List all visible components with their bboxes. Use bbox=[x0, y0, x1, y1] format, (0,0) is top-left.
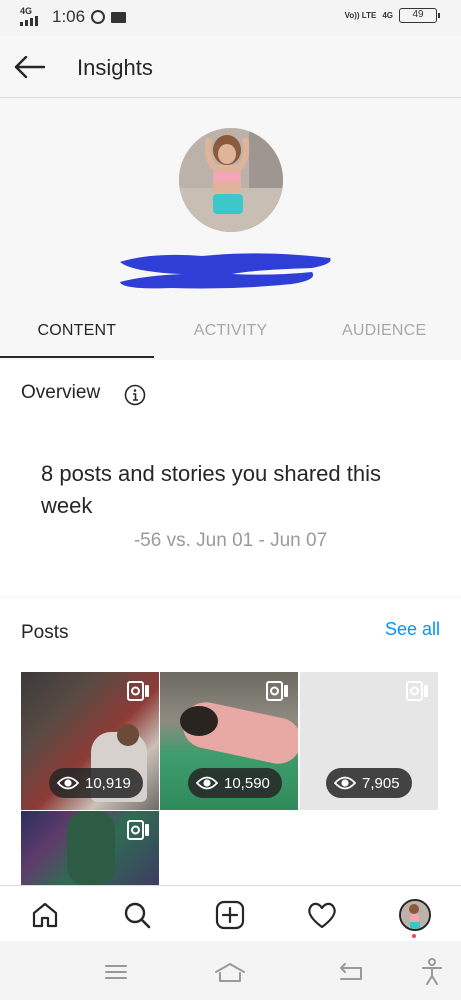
nav-activity[interactable] bbox=[304, 898, 340, 932]
reel-icon bbox=[266, 681, 288, 701]
signal-icon: 4G bbox=[20, 6, 46, 28]
profile-photo bbox=[179, 128, 283, 232]
mail-icon bbox=[111, 11, 127, 23]
system-back-button[interactable] bbox=[333, 955, 369, 989]
view-count-badge: 10,590 bbox=[188, 768, 282, 798]
eye-icon bbox=[57, 776, 79, 790]
whatsapp-icon bbox=[91, 10, 106, 24]
nav-search[interactable] bbox=[119, 898, 155, 932]
overview-section: Overview 8 posts and stories you shared … bbox=[0, 360, 461, 596]
search-icon bbox=[124, 902, 151, 929]
nav-profile[interactable] bbox=[397, 898, 433, 932]
status-bar: 4G 1:06 Vo)) LTE 4G 49 bbox=[0, 0, 461, 36]
see-all-link[interactable]: See all bbox=[385, 619, 440, 640]
volte-indicator: Vo)) LTE bbox=[344, 11, 377, 20]
profile-photo bbox=[401, 901, 429, 929]
heart-icon bbox=[308, 902, 336, 929]
page-title: Insights bbox=[77, 55, 153, 80]
redacted-username bbox=[120, 253, 331, 289]
posts-section: Posts See all 10,919 10,590 7,905 bbox=[0, 598, 461, 885]
post-image-figure bbox=[117, 724, 139, 746]
overview-summary: 8 posts and stories you shared this week bbox=[41, 461, 381, 518]
back-button[interactable] bbox=[12, 50, 48, 84]
info-icon[interactable] bbox=[124, 384, 146, 406]
system-navigation-bar bbox=[0, 941, 461, 1000]
posts-title: Posts bbox=[21, 622, 69, 643]
tab-content[interactable]: CONTENT bbox=[0, 304, 154, 358]
tab-activity[interactable]: ACTIVITY bbox=[154, 304, 308, 358]
eye-icon bbox=[196, 776, 218, 790]
nav-home[interactable] bbox=[27, 898, 63, 932]
accessibility-button[interactable] bbox=[414, 955, 450, 989]
view-count: 10,590 bbox=[224, 774, 270, 792]
reel-icon bbox=[127, 681, 149, 701]
profile-avatar bbox=[179, 128, 283, 232]
battery-icon: 49 bbox=[399, 8, 440, 23]
profile-avatar bbox=[399, 899, 431, 931]
system-menu-button[interactable] bbox=[98, 955, 134, 989]
eye-icon bbox=[334, 776, 356, 790]
app-header: Insights bbox=[0, 36, 461, 98]
overview-title: Overview bbox=[21, 382, 101, 403]
accessibility-icon bbox=[422, 958, 442, 985]
view-count: 10,919 bbox=[85, 774, 131, 792]
view-count: 7,905 bbox=[362, 774, 400, 792]
reel-icon bbox=[127, 820, 149, 840]
back-icon bbox=[340, 963, 362, 980]
tab-audience[interactable]: AUDIENCE bbox=[307, 304, 461, 358]
clock: 1:06 bbox=[52, 7, 86, 26]
reel-icon bbox=[406, 681, 428, 701]
menu-icon bbox=[105, 965, 127, 979]
post-image-figure bbox=[180, 706, 218, 736]
view-count-badge: 10,919 bbox=[49, 768, 143, 798]
view-count-badge: 7,905 bbox=[326, 768, 412, 798]
post-thumbnail[interactable] bbox=[21, 811, 159, 885]
overview-comparison: -56 vs. Jun 01 - Jun 07 bbox=[133, 530, 328, 551]
home-outline-icon bbox=[215, 963, 245, 982]
network-indicator: 4G bbox=[382, 11, 393, 20]
post-image-figure bbox=[67, 811, 115, 885]
post-thumbnail[interactable]: 10,590 bbox=[160, 672, 298, 810]
network-type: 4G bbox=[20, 6, 33, 16]
battery-level: 49 bbox=[412, 9, 424, 20]
arrow-left-icon bbox=[14, 56, 46, 78]
notification-dot bbox=[412, 934, 416, 938]
post-thumbnail[interactable]: 10,919 bbox=[21, 672, 159, 810]
post-thumbnail[interactable]: 7,905 bbox=[300, 672, 438, 810]
nav-new-post[interactable] bbox=[212, 898, 248, 932]
add-post-icon bbox=[215, 900, 245, 930]
home-icon bbox=[32, 902, 58, 928]
system-home-button[interactable] bbox=[212, 955, 248, 989]
bottom-navigation bbox=[0, 885, 461, 941]
insights-tabs: CONTENT ACTIVITY AUDIENCE bbox=[0, 304, 461, 358]
